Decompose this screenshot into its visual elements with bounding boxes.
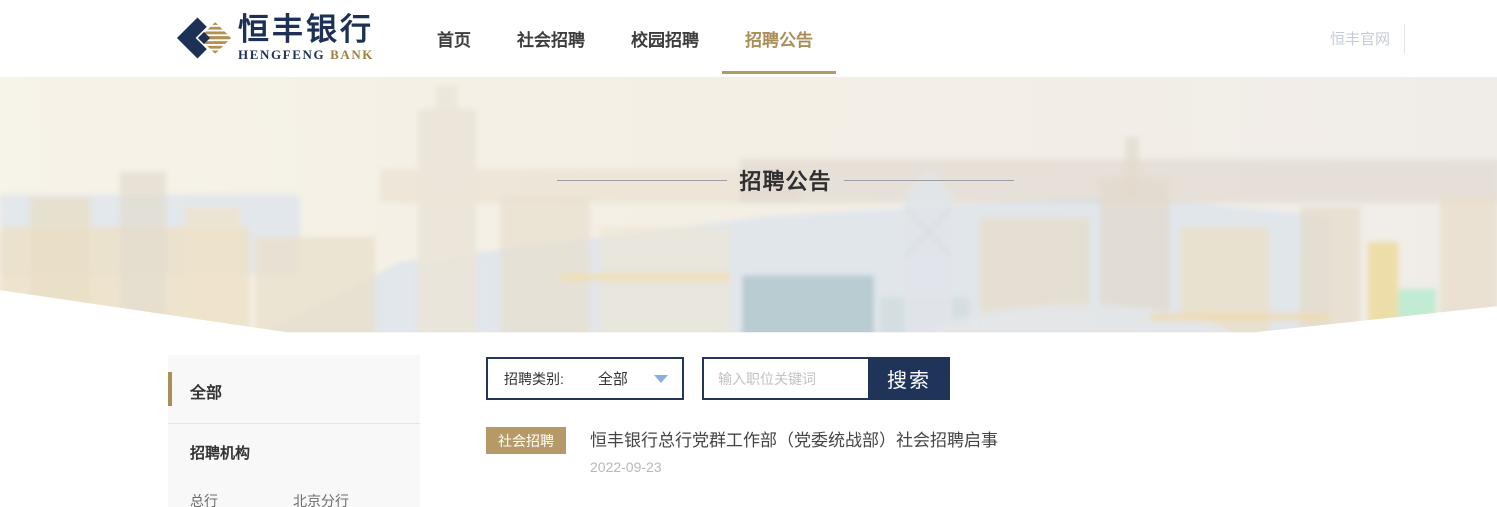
nav-item-home[interactable]: 首页 <box>414 0 494 77</box>
filter-sidebar: 全部 招聘机构 总行 北京分行 <box>168 355 420 507</box>
sidebar-section-title: 招聘机构 <box>190 445 251 462</box>
nav-item-campus-recruitment[interactable]: 校园招聘 <box>608 0 722 77</box>
page-title: 招聘公告 <box>739 169 832 194</box>
logo-name-en: HENGFENG BANK <box>238 47 375 62</box>
header: 恒丰银行 HENGFENG BANK 首页 社会招聘 校园招聘 招聘公告 恒丰官… <box>0 0 1497 77</box>
keyword-search-input[interactable] <box>702 357 868 400</box>
search-button[interactable]: 搜索 <box>868 357 950 400</box>
main-nav: 首页 社会招聘 校园招聘 招聘公告 <box>414 0 836 77</box>
header-divider <box>1404 23 1405 54</box>
nav-item-social-recruitment[interactable]: 社会招聘 <box>494 0 608 77</box>
recruitment-page: 恒丰银行 HENGFENG BANK 首页 社会招聘 校园招聘 招聘公告 恒丰官… <box>0 0 1497 507</box>
posting-date: 2022-09-23 <box>590 459 662 475</box>
nav-item-recruitment-notice[interactable]: 招聘公告 <box>722 0 836 77</box>
title-left-line <box>557 179 728 181</box>
logo-name-cn: 恒丰银行 <box>238 12 374 47</box>
sidebar-all-label: 全部 <box>190 385 223 402</box>
category-badge: 社会招聘 <box>486 427 566 454</box>
category-selected-value: 全部 <box>597 371 628 388</box>
list-item-body: 恒丰银行总行党群工作部（党委统战部）社会招聘启事 2022-09-23 <box>590 427 998 475</box>
filter-row: 招聘类别: 全部 搜索 <box>486 357 950 400</box>
city-skyline-image <box>0 77 1497 333</box>
logo-text: 恒丰银行 HENGFENG BANK <box>238 13 374 63</box>
bank-logo[interactable]: 恒丰银行 HENGFENG BANK <box>176 10 374 66</box>
category-dropdown[interactable]: 招聘类别: 全部 <box>486 357 684 400</box>
chevron-down-icon <box>653 374 668 383</box>
sidebar-item-all[interactable]: 全部 <box>168 355 420 423</box>
active-indicator-bar <box>168 372 172 406</box>
title-right-line <box>843 179 1014 181</box>
org-item-beijing-branch[interactable]: 北京分行 <box>293 491 349 507</box>
hero-banner: 招聘公告 <box>0 77 1497 333</box>
header-right: 恒丰官网 <box>1330 0 1405 77</box>
list-item[interactable]: 社会招聘 恒丰银行总行党群工作部（党委统战部）社会招聘启事 2022-09-23 <box>486 427 1346 475</box>
search-box: 搜索 <box>702 357 950 400</box>
category-label: 招聘类别: <box>504 370 564 387</box>
hengfeng-diamond-logo-icon <box>176 17 232 59</box>
org-list: 总行 北京分行 <box>168 463 420 507</box>
banner-title-row: 招聘公告 <box>37 165 1497 195</box>
posting-title[interactable]: 恒丰银行总行党群工作部（党委统战部）社会招聘启事 <box>590 427 998 454</box>
job-posting-list: 社会招聘 恒丰银行总行党群工作部（党委统战部）社会招聘启事 2022-09-23 <box>486 427 1346 475</box>
official-site-link[interactable]: 恒丰官网 <box>1330 28 1390 49</box>
org-item-head-office[interactable]: 总行 <box>190 491 218 507</box>
